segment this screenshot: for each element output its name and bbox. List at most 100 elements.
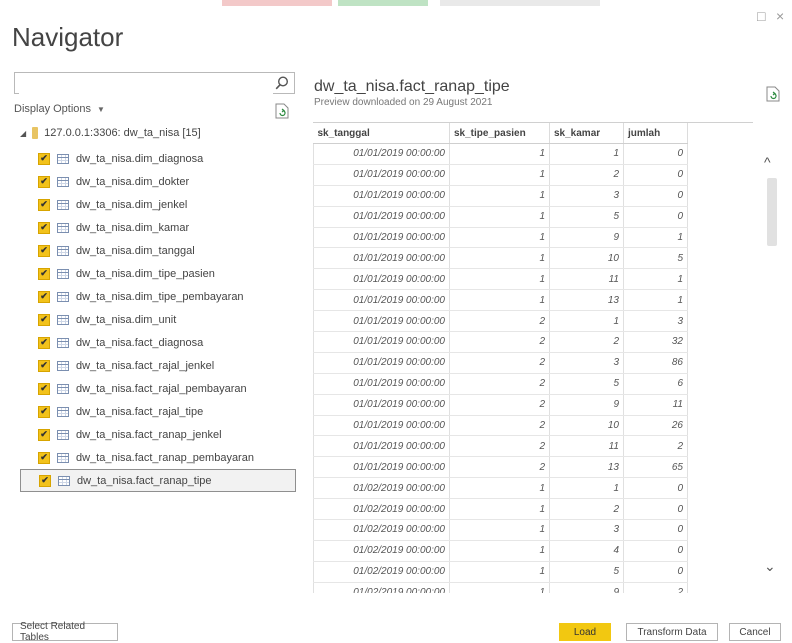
tree-item[interactable]: ✔ dw_ta_nisa.dim_diagnosa: [20, 147, 296, 170]
table-row: 01/01/2019 00:00:00 1 9 1: [313, 227, 688, 249]
tree-item-label: dw_ta_nisa.fact_ranap_tipe: [77, 474, 212, 487]
table-row: 01/01/2019 00:00:00 1 1 0: [313, 143, 688, 165]
tree-item[interactable]: ✔ dw_ta_nisa.dim_unit: [20, 308, 296, 331]
table-cell: 01/01/2019 00:00:00: [313, 289, 450, 312]
table-icon: [57, 383, 69, 394]
tree-item[interactable]: ✔ dw_ta_nisa.dim_tipe_pembayaran: [20, 285, 296, 308]
column-header[interactable]: sk_tipe_pasien: [449, 123, 550, 144]
table-cell: 32: [623, 331, 688, 353]
checkbox-checked-icon[interactable]: ✔: [38, 336, 50, 349]
table-list: ✔ dw_ta_nisa.dim_diagnosa ✔ dw_ta_nisa.dim_…: [20, 147, 296, 492]
table-cell: 01/01/2019 00:00:00: [313, 185, 450, 207]
column-header[interactable]: sk_kamar: [549, 123, 624, 144]
refresh-icon[interactable]: [766, 86, 780, 102]
checkbox-checked-icon[interactable]: ✔: [38, 405, 50, 418]
table-icon: [57, 452, 69, 463]
table-cell: 2: [449, 456, 550, 479]
decoration-bar: [222, 0, 332, 6]
table-cell: 13: [549, 289, 624, 312]
tree-item-label: dw_ta_nisa.dim_tipe_pembayaran: [76, 290, 244, 303]
checkbox-checked-icon[interactable]: ✔: [38, 359, 50, 372]
search-input[interactable]: [14, 72, 295, 94]
table-cell: 2: [549, 164, 624, 186]
chevron-up-icon[interactable]: ^: [764, 154, 771, 170]
top-decoration: [0, 0, 792, 10]
checkbox-checked-icon[interactable]: ✔: [38, 451, 50, 464]
load-button[interactable]: Load: [559, 623, 611, 641]
table-cell: 01/02/2019 00:00:00: [313, 519, 450, 541]
tree-item[interactable]: ✔ dw_ta_nisa.dim_dokter: [20, 170, 296, 193]
checkbox-checked-icon[interactable]: ✔: [38, 221, 50, 234]
table-cell: 01/01/2019 00:00:00: [313, 373, 450, 395]
display-options-label: Display Options: [14, 103, 92, 115]
close-icon[interactable]: ×: [776, 8, 784, 24]
table-cell: 11: [549, 435, 624, 458]
tree-item[interactable]: ✔ dw_ta_nisa.fact_diagnosa: [20, 331, 296, 354]
maximize-icon[interactable]: □: [757, 8, 765, 24]
tree-item[interactable]: ✔ dw_ta_nisa.dim_tipe_pasien: [20, 262, 296, 285]
table-cell: 01/01/2019 00:00:00: [313, 247, 450, 270]
tree-item[interactable]: ✔ dw_ta_nisa.fact_ranap_jenkel: [20, 423, 296, 446]
checkbox-checked-icon[interactable]: ✔: [38, 198, 50, 211]
checkbox-checked-icon[interactable]: ✔: [38, 244, 50, 257]
table-row: 01/01/2019 00:00:00 1 2 0: [313, 164, 688, 186]
table-cell: 65: [623, 456, 688, 479]
tree-item[interactable]: ✔ dw_ta_nisa.fact_rajal_tipe: [20, 400, 296, 423]
display-options-dropdown[interactable]: Display Options ▼: [14, 103, 105, 115]
checkbox-checked-icon[interactable]: ✔: [39, 474, 51, 487]
table-row: 01/01/2019 00:00:00 2 3 86: [313, 352, 688, 374]
tree-item[interactable]: ✔ dw_ta_nisa.fact_rajal_pembayaran: [20, 377, 296, 400]
refresh-icon[interactable]: [275, 103, 289, 119]
table-cell: 01/02/2019 00:00:00: [313, 498, 450, 521]
table-cell: 2: [449, 394, 550, 416]
checkbox-checked-icon[interactable]: ✔: [38, 428, 50, 441]
search-icon[interactable]: [274, 75, 290, 91]
chevron-down-icon[interactable]: ⌄: [764, 558, 776, 575]
chevron-down-icon: ▼: [97, 105, 105, 114]
select-related-tables-button[interactable]: Select Related Tables: [12, 621, 118, 643]
table-cell: 01/01/2019 00:00:00: [313, 164, 450, 186]
checkbox-checked-icon[interactable]: ✔: [38, 382, 50, 395]
tree-item[interactable]: ✔ dw_ta_nisa.dim_jenkel: [20, 193, 296, 216]
expand-triangle-icon[interactable]: ◢: [20, 129, 26, 138]
tree-item[interactable]: ✔ dw_ta_nisa.fact_ranap_pembayaran: [20, 446, 296, 469]
tree-item[interactable]: ✔ dw_ta_nisa.dim_tanggal: [20, 239, 296, 262]
table-cell: 1: [449, 498, 550, 521]
table-cell: 0: [623, 477, 688, 500]
table-cell: 1: [549, 310, 624, 333]
scrollbar-thumb[interactable]: [767, 178, 777, 246]
table-row: 01/01/2019 00:00:00 1 13 1: [313, 289, 688, 312]
column-header[interactable]: jumlah: [623, 123, 688, 144]
table-cell: 01/01/2019 00:00:00: [313, 143, 450, 165]
table-row: 01/01/2019 00:00:00 2 10 26: [313, 415, 688, 437]
table-cell: 01/02/2019 00:00:00: [313, 477, 450, 500]
table-cell: 11: [623, 394, 688, 416]
checkbox-checked-icon[interactable]: ✔: [38, 152, 50, 165]
table-cell: 3: [549, 185, 624, 207]
tree-root[interactable]: ◢ 127.0.0.1:3306: dw_ta_nisa [15]: [20, 127, 201, 139]
table-cell: 1: [623, 289, 688, 312]
tree-item-label: dw_ta_nisa.fact_ranap_pembayaran: [76, 451, 254, 464]
column-header[interactable]: sk_tanggal: [313, 123, 450, 144]
table-cell: 2: [449, 352, 550, 374]
cancel-button[interactable]: Cancel: [729, 623, 781, 641]
table-cell: 1: [449, 477, 550, 500]
table-row: 01/01/2019 00:00:00 1 5 0: [313, 206, 688, 228]
checkbox-checked-icon[interactable]: ✔: [38, 313, 50, 326]
table-cell: 5: [549, 561, 624, 583]
checkbox-checked-icon[interactable]: ✔: [38, 267, 50, 280]
tree-item-label: dw_ta_nisa.fact_diagnosa: [76, 336, 204, 349]
table-cell: 0: [623, 519, 688, 541]
search-field[interactable]: [19, 74, 273, 94]
table-cell: 01/01/2019 00:00:00: [313, 352, 450, 374]
preview-grid[interactable]: sk_tanggal sk_tipe_pasien sk_kamar jumlah 0…: [313, 122, 753, 593]
tree-item[interactable]: ✔ dw_ta_nisa.fact_ranap_tipe: [20, 469, 296, 492]
tree-item[interactable]: ✔ dw_ta_nisa.fact_rajal_jenkel: [20, 354, 296, 377]
preview-subtitle: Preview downloaded on 29 August 2021: [314, 97, 493, 108]
checkbox-checked-icon[interactable]: ✔: [38, 175, 50, 188]
tree-item-label: dw_ta_nisa.dim_diagnosa: [76, 152, 204, 165]
tree-item[interactable]: ✔ dw_ta_nisa.dim_kamar: [20, 216, 296, 239]
transform-data-button[interactable]: Transform Data: [626, 623, 718, 641]
checkbox-checked-icon[interactable]: ✔: [38, 290, 50, 303]
table-header-row: sk_tanggal sk_tipe_pasien sk_kamar jumlah: [313, 123, 688, 144]
